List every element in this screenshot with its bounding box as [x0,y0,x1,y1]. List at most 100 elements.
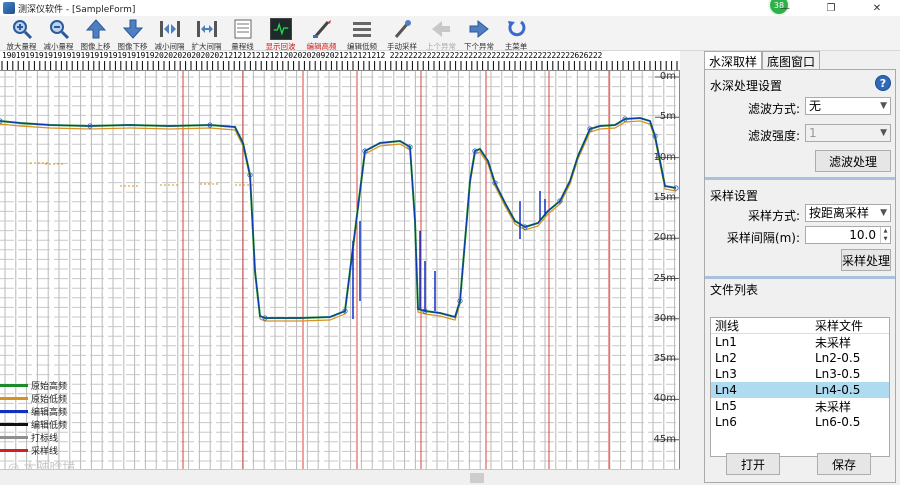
sample-file-cell: 未采样 [815,399,852,414]
sample-mode-select[interactable]: 按距离采样 ▼ [805,204,891,222]
zoom-out-button[interactable]: 减小量程 [40,16,77,51]
main-menu-button[interactable]: 主菜单 [498,16,534,51]
app-window: 测深仪软件 - [SampleForm] 38 — ❐ ✕ 放大量程 减小量程 图像… [0,0,900,485]
scrollbar-thumb[interactable] [470,473,484,483]
depth-label: 25m [653,272,676,284]
next-anomaly-button[interactable]: 下个异常 [460,16,498,51]
legend-label: 编辑低频 [31,421,68,431]
table-header: 测线 采样文件 [711,318,889,334]
prev-anomaly-button: 上个异常 [422,16,460,51]
table-row[interactable]: Ln4 Ln4-0.5 [711,382,889,398]
compress-horizontal-icon [159,18,181,40]
minimize-button[interactable]: — [762,0,808,16]
chevron-down-icon: ▼ [880,128,887,138]
ruler-labels: 1901919191919191919191919191919192020202… [2,51,603,60]
sample-file-cell: Ln6-0.5 [815,415,861,429]
chevron-down-icon: ▼ [880,208,887,218]
file-list-table[interactable]: 测线 采样文件 Ln1 未采样 Ln2 Ln2-0.5 Ln3 Ln3-0.5 Ln4 Ln4-0… [710,317,890,457]
echo-display-button[interactable]: 显示回波 [260,16,301,51]
sample-interval-input[interactable]: 10.0 ▲ ▼ [805,226,891,244]
arrow-up-icon [85,18,107,40]
table-row[interactable]: Ln3 Ln3-0.5 [711,366,889,382]
table-row[interactable]: Ln6 Ln6-0.5 [711,414,889,430]
zoom-in-icon [11,18,33,40]
filter-strength-value: 1 [809,126,817,140]
zoom-out-icon [48,18,70,40]
tab-depth-sampling[interactable]: 水深取样 [704,51,763,69]
app-icon [3,2,15,14]
manual-sample-button[interactable]: 手动采样 [382,16,422,51]
filter-mode-select[interactable]: 无 ▼ [805,97,891,115]
restore-button[interactable]: ❐ [808,0,854,16]
legend-label: 原始高频 [31,382,68,392]
sample-interval-label: 采样间隔(m): [726,231,800,245]
depth-label: 10m [653,151,676,163]
line-name-cell: Ln4 [715,383,737,397]
depth-label: 35m [653,353,676,365]
section-divider [705,177,895,180]
edit-high-freq-icon [311,18,333,40]
column-header[interactable]: 采样文件 [815,317,889,334]
table-row[interactable]: Ln5 未采样 [711,398,889,414]
chevron-down-icon: ▼ [880,101,887,111]
legend-swatch [0,449,28,452]
column-header[interactable]: 测线 [711,317,815,334]
distance-ruler: 1901919191919191919191919191919192020202… [0,51,680,71]
expand-horizontal-icon [196,18,218,40]
echogram-plot[interactable]: 0m 5m 10m 15m 20m 25m 30m 35m 40m 45m 原始高频 原始低频 编辑高… [0,71,680,469]
line-name-cell: Ln6 [715,415,737,429]
spinner-arrows-icon[interactable]: ▲ ▼ [880,227,890,243]
arrow-down-button[interactable]: 图像下移 [114,16,151,51]
filter-process-button[interactable]: 滤波处理 [815,150,891,172]
next-anomaly-icon [468,18,490,40]
legend-item: 原始低频 [0,392,120,405]
legend-label: 原始低频 [31,395,68,405]
legend: 原始高频原始低频编辑高频编辑低频 打标线采样线 [0,379,120,457]
sample-process-button[interactable]: 采样处理 [841,249,891,271]
range-line-icon [232,18,254,40]
legend-label: 采样线 [31,447,59,457]
table-row[interactable]: Ln1 未采样 [711,334,889,350]
legend-label: 编辑高频 [31,408,68,418]
window-title: 测深仪软件 - [SampleForm] [18,4,136,15]
edit-high-freq-button[interactable]: 编辑高频 [301,16,342,51]
sample-settings-title: 采样设置 [710,189,759,203]
expand-horizontal-button[interactable]: 扩大间隔 [188,16,225,51]
compress-horizontal-button[interactable]: 减小间隔 [151,16,188,51]
tab-basemap-window[interactable]: 底图窗口 [762,51,821,69]
table-row[interactable]: Ln2 Ln2-0.5 [711,350,889,366]
depth-label: 20m [653,232,676,244]
section-divider [705,276,895,279]
filter-mode-value: 无 [809,99,822,113]
legend-item: 打标线 [0,431,120,444]
depth-label: 15m [653,191,676,203]
window-controls: — ❐ ✕ [762,0,900,16]
echo-display-icon [269,18,292,40]
depth-label: 5m [659,111,676,123]
range-line-button[interactable]: 量程线 [225,16,260,51]
open-button[interactable]: 打开 [726,453,780,475]
sample-mode-label: 采样方式: [747,209,800,223]
edit-low-freq-button[interactable]: 编辑低频 [342,16,382,51]
sample-mode-value: 按距离采样 [809,206,870,220]
arrow-up-button[interactable]: 图像上移 [77,16,114,51]
prev-anomaly-icon [430,18,452,40]
zoom-in-button[interactable]: 放大量程 [3,16,40,51]
depth-label: 40m [653,393,676,405]
depth-sampling-panel: 水深处理设置 ? 滤波方式: 无 ▼ 滤波强度: 1 ▼ 滤波处理 采样设置 采… [704,69,896,483]
filter-strength-select: 1 ▼ [805,124,891,142]
horizontal-scrollbar[interactable] [0,469,680,485]
help-icon[interactable]: ? [875,75,891,91]
panel-tabs: 水深取样 底图窗口 [704,51,821,69]
save-button[interactable]: 保存 [817,453,871,475]
sample-file-cell: Ln4-0.5 [815,383,861,397]
manual-sample-icon [391,18,413,40]
main-toolbar: 放大量程 减小量程 图像上移 图像下移 减小间隔 扩大间隔 量程线 显示回波 编辑高频 编辑低频手… [0,16,900,51]
legend-swatch [0,423,28,426]
legend-swatch [0,436,28,439]
legend-item: 编辑低频 [0,418,120,431]
close-button[interactable]: ✕ [854,0,900,16]
filter-mode-label: 滤波方式: [747,102,800,116]
depth-label: 30m [653,312,676,324]
sample-file-cell: Ln3-0.5 [815,367,861,381]
